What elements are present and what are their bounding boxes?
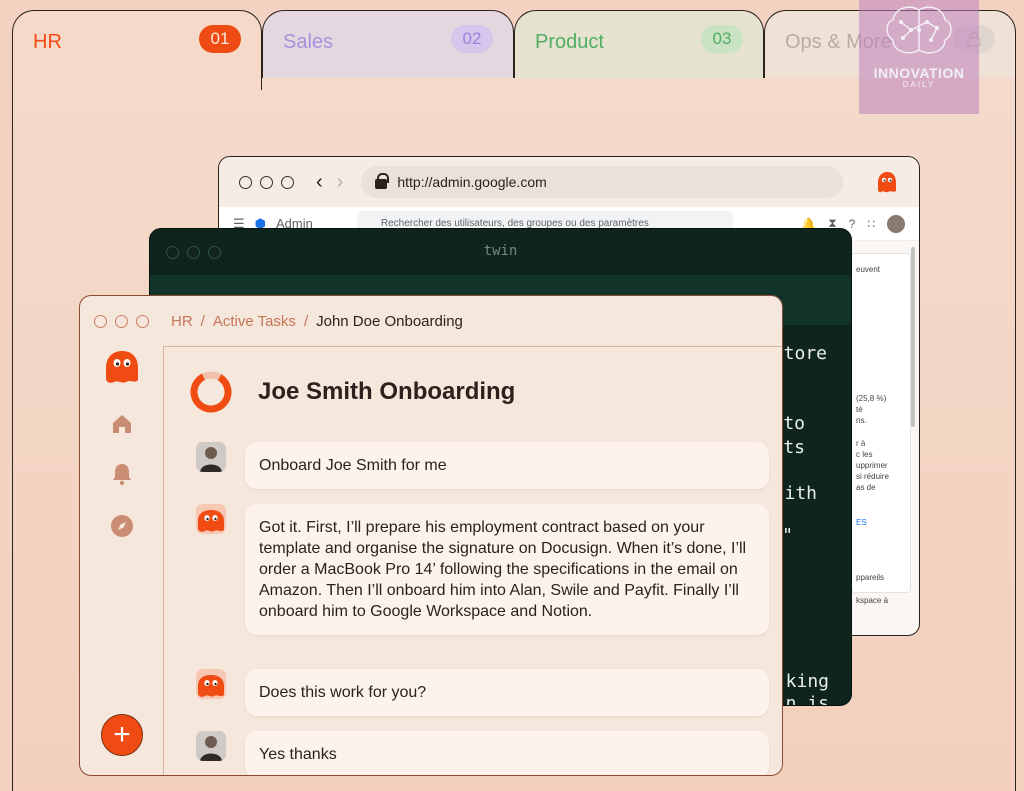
assistant-app-window: HR / Active Tasks / John Doe Onboarding … (79, 295, 783, 776)
terminal-line: ts (783, 437, 805, 458)
app-titlebar: HR / Active Tasks / John Doe Onboarding (80, 296, 782, 346)
url-text: http://admin.google.com (397, 174, 547, 190)
side-text: as de (856, 483, 876, 492)
app-sidebar: + (80, 346, 164, 775)
chat-message-user: Onboard Joe Smith for me (245, 442, 769, 489)
side-text: euvent (856, 265, 881, 274)
bell-icon[interactable] (80, 462, 164, 486)
window-close-button[interactable] (239, 175, 252, 189)
bot-avatar (196, 669, 226, 699)
new-task-button[interactable]: + (101, 714, 143, 756)
apps-grid-icon[interactable]: ∷ (867, 217, 875, 231)
window-maximize-button[interactable] (136, 314, 149, 328)
back-icon[interactable]: ‹ (316, 171, 323, 194)
side-text: si réduire (856, 472, 889, 481)
brain-icon (886, 6, 952, 54)
breadcrumb-separator: / (200, 312, 205, 330)
side-text: té (856, 405, 863, 414)
watermark-subtitle: DAILY (902, 80, 936, 89)
window-minimize-button[interactable] (260, 175, 273, 189)
user-avatar (196, 731, 226, 761)
breadcrumb-separator: / (303, 312, 309, 330)
chat-message-user: Yes thanks (245, 731, 769, 775)
task-title: Joe Smith Onboarding (258, 378, 516, 405)
side-text: kspace à (856, 596, 889, 605)
innovation-daily-logo: INNOVATION DAILY (859, 0, 979, 114)
side-text: ppareils (856, 573, 885, 582)
avatar[interactable] (887, 214, 905, 233)
terminal-line: to (783, 413, 805, 434)
tab-product-label: Product (535, 31, 604, 53)
tab-sales[interactable]: Sales 02 (262, 10, 514, 80)
tab-product-number: 03 (701, 25, 743, 53)
breadcrumb-active-tasks[interactable]: Active Tasks (213, 313, 296, 330)
breadcrumb: HR / Active Tasks / John Doe Onboarding (171, 313, 463, 330)
tab-hr-number: 01 (199, 25, 241, 53)
terminal-line: n is (785, 693, 829, 706)
bot-avatar (196, 504, 226, 534)
terminal-titlebar: twin (150, 229, 851, 275)
terminal-line: tore (783, 343, 827, 364)
chat-message-bot: Got it. First, I’ll prepare his employme… (245, 504, 769, 635)
progress-ring-icon (190, 371, 232, 413)
window-close-button[interactable] (94, 314, 107, 328)
ghost-logo-icon[interactable] (80, 350, 164, 384)
tab-product[interactable]: Product 03 (514, 10, 764, 80)
tab-hr[interactable]: HR 01 (12, 10, 262, 90)
side-text: upprimer (856, 461, 888, 470)
tab-sales-label: Sales (283, 31, 334, 53)
side-text: ns. (856, 416, 867, 425)
watermark-title: INNOVATION (873, 65, 965, 81)
chat-panel: Joe Smith Onboarding Onboard Joe Smith f… (164, 346, 782, 775)
browser-titlebar: ‹ › http://admin.google.com (219, 157, 919, 207)
terminal-title: twin (483, 243, 518, 259)
window-minimize-button[interactable] (115, 314, 128, 328)
forward-icon[interactable]: › (337, 171, 344, 194)
scrollbar[interactable] (911, 247, 915, 427)
compass-icon[interactable] (80, 514, 164, 538)
url-bar[interactable]: http://admin.google.com (361, 166, 844, 198)
terminal-line: king (785, 671, 829, 692)
terminal-line: " (782, 525, 793, 546)
home-icon[interactable] (80, 412, 164, 436)
window-maximize-button[interactable] (281, 175, 294, 189)
side-text: c les (856, 450, 873, 459)
side-text: r à (856, 439, 866, 448)
breadcrumb-hr[interactable]: HR (171, 313, 193, 330)
lock-icon (375, 173, 390, 189)
admin-side-panel: euvent (25,8 %) té ns. r à c les upprime… (851, 253, 911, 605)
side-text: (25,8 %) (856, 394, 887, 403)
ghost-logo-icon[interactable] (875, 171, 899, 193)
user-avatar (196, 442, 226, 472)
task-header: Joe Smith Onboarding (188, 369, 515, 415)
chat-message-bot: Does this work for you? (245, 669, 769, 716)
tab-hr-label: HR (33, 31, 62, 53)
tab-sales-number: 02 (451, 25, 493, 53)
terminal-line: ith (784, 483, 817, 504)
breadcrumb-current: John Doe Onboarding (316, 312, 463, 330)
side-link[interactable]: ES (856, 517, 906, 528)
